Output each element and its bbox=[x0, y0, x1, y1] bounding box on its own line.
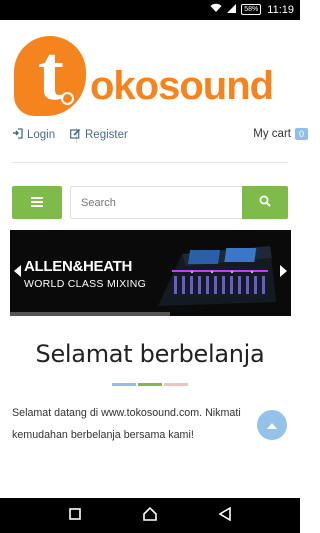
register-link[interactable]: Register bbox=[70, 128, 128, 142]
back-triangle-icon bbox=[218, 506, 231, 526]
menu-toggle-button[interactable] bbox=[12, 186, 62, 219]
logo-mark: t bbox=[14, 34, 86, 116]
status-icons: 58% 11:19 bbox=[210, 3, 294, 16]
chevron-left-icon bbox=[12, 264, 22, 283]
logo-wordmark: okosound bbox=[90, 64, 274, 108]
chevron-right-icon bbox=[279, 264, 289, 283]
system-navigation-bar bbox=[0, 498, 300, 533]
square-icon bbox=[69, 507, 81, 525]
cart-link[interactable]: My cart 0 bbox=[253, 128, 308, 140]
login-link[interactable]: Login bbox=[12, 128, 55, 142]
hamburger-icon bbox=[31, 194, 43, 212]
page-title: Selamat berbelanja bbox=[35, 340, 265, 368]
battery-level: 58% bbox=[244, 6, 259, 13]
login-label: Login bbox=[27, 129, 56, 141]
home-button[interactable] bbox=[141, 506, 159, 526]
back-to-top-button[interactable] bbox=[257, 410, 287, 440]
banner-brand: ALLEN&HEATH bbox=[24, 258, 133, 275]
banner-slider[interactable]: ALLEN&HEATH WORLD CLASS MIXING bbox=[10, 230, 291, 316]
search-bar bbox=[70, 186, 288, 219]
status-bar: 58% 11:19 bbox=[0, 0, 300, 20]
intro-text: Selamat datang di www.tokosound.com. Nik… bbox=[12, 407, 241, 441]
register-label: Register bbox=[85, 129, 128, 141]
search-icon bbox=[259, 194, 271, 212]
slider-prev-button[interactable] bbox=[10, 263, 24, 283]
login-icon bbox=[12, 128, 23, 142]
recent-apps-button[interactable] bbox=[66, 507, 84, 525]
battery-indicator: 58% bbox=[241, 4, 262, 15]
slider-next-button[interactable] bbox=[277, 263, 291, 283]
logo-text-part1: oko bbox=[90, 64, 159, 108]
signal-icon bbox=[226, 3, 237, 16]
edit-icon bbox=[70, 128, 81, 142]
underline-bar-blue bbox=[112, 383, 136, 386]
banner-slogan: WORLD CLASS MIXING bbox=[24, 278, 147, 290]
underline-bar-pink bbox=[164, 383, 188, 386]
chevron-up-icon bbox=[267, 416, 277, 434]
search-input[interactable] bbox=[71, 187, 243, 218]
home-icon bbox=[143, 506, 157, 526]
slider-progress bbox=[10, 312, 170, 316]
site-logo[interactable]: t okosound bbox=[14, 34, 290, 118]
account-nav: Login Register bbox=[12, 128, 288, 144]
back-button[interactable] bbox=[216, 506, 234, 526]
logo-text-part2: sound bbox=[158, 64, 274, 108]
cart-count-badge: 0 bbox=[294, 128, 308, 140]
search-button[interactable] bbox=[242, 186, 288, 219]
wifi-icon bbox=[210, 3, 222, 16]
title-underline bbox=[112, 383, 188, 386]
header-divider bbox=[12, 162, 288, 163]
clock: 11:19 bbox=[267, 3, 294, 16]
cart-label: My cart bbox=[253, 128, 291, 140]
underline-bar-green bbox=[138, 383, 162, 386]
mixing-console-image bbox=[152, 236, 280, 312]
logo-ring bbox=[61, 92, 74, 105]
